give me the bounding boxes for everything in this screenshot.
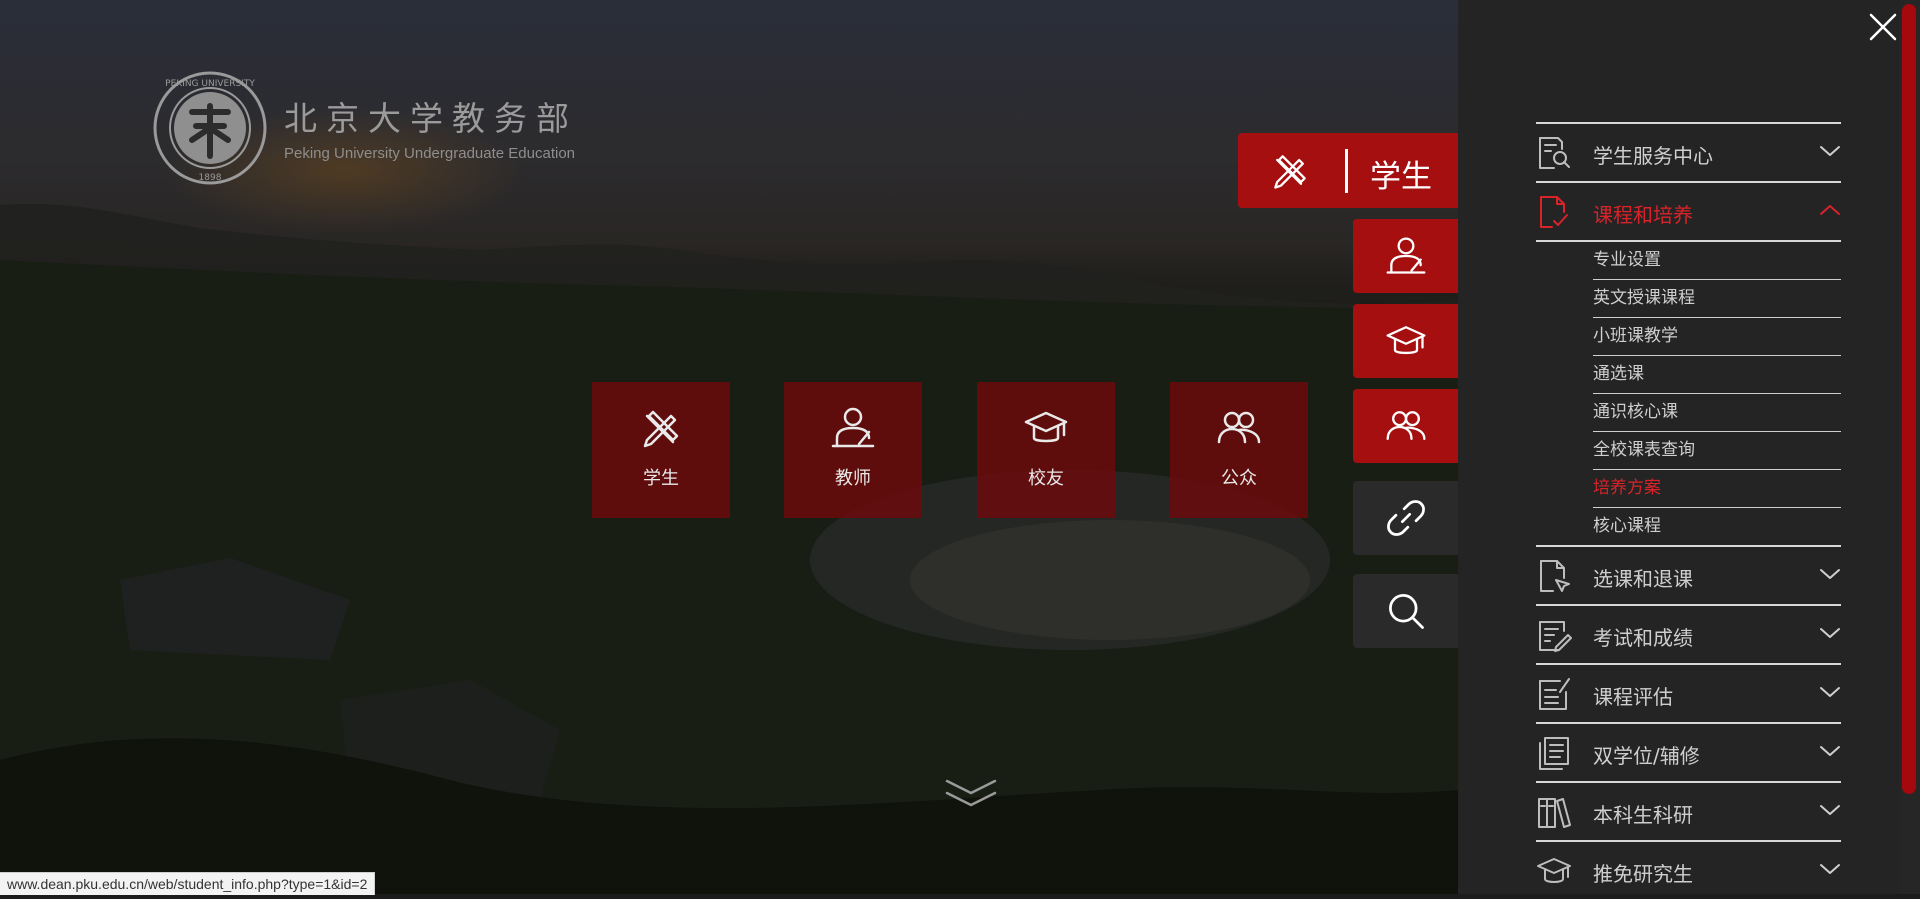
menu-item-double-degree[interactable]: 双学位/辅修 — [1536, 722, 1841, 781]
side-nav-links[interactable] — [1353, 481, 1458, 555]
panel-scrollbar[interactable] — [1900, 0, 1920, 894]
side-nav-public[interactable] — [1353, 389, 1458, 463]
scrollbar-thumb[interactable] — [1902, 4, 1916, 794]
logo-title: 北京大学教务部 — [284, 99, 578, 138]
graduation-cap-icon — [1386, 326, 1426, 355]
chevron-down-icon — [1820, 746, 1840, 756]
document-select-icon — [1540, 560, 1570, 592]
people-icon — [1217, 411, 1261, 444]
menu-item-label: 选课和退课 — [1593, 567, 1693, 591]
menu-item-exams-grades[interactable]: 考试和成绩 — [1536, 604, 1841, 663]
chevron-up-icon — [1820, 205, 1840, 215]
menu-item-student-service[interactable]: 学生服务中心 — [1536, 122, 1841, 181]
university-seal-icon: PEKING UNIVERSITY 1898 — [153, 71, 267, 185]
menu-item-courses-training[interactable]: 课程和培养 — [1536, 181, 1841, 240]
teacher-icon — [831, 407, 875, 448]
site-logo[interactable]: PEKING UNIVERSITY 1898 北京大学教务部 Peking Un… — [152, 68, 622, 188]
submenu-item[interactable]: 小班课教学 — [1593, 318, 1841, 356]
chevron-down-icon — [1820, 864, 1840, 874]
tile-label: 学生 — [643, 468, 679, 489]
submenu-item-active[interactable]: 培养方案 — [1593, 470, 1841, 508]
menu-item-course-selection[interactable]: 选课和退课 — [1536, 545, 1841, 604]
link-icon — [1387, 500, 1425, 536]
graduation-cap-icon — [1024, 411, 1068, 443]
browser-status-url: www.dean.pku.edu.cn/web/student_info.php… — [0, 872, 376, 895]
side-nav-alumni[interactable] — [1353, 304, 1458, 378]
tile-label: 教师 — [835, 468, 871, 489]
menu-item-label: 推免研究生 — [1593, 862, 1693, 886]
tile-alumni[interactable]: 校友 — [977, 382, 1115, 518]
search-document-icon — [1539, 137, 1570, 169]
chevron-down-icon — [1820, 628, 1840, 638]
pencil-ruler-icon — [1274, 155, 1306, 189]
menu-item-course-evaluation[interactable]: 课程评估 — [1536, 663, 1841, 722]
menu-item-label: 学生服务中心 — [1593, 144, 1713, 168]
people-icon — [1386, 411, 1426, 440]
submenu-item[interactable]: 英文授课课程 — [1593, 280, 1841, 318]
tile-teacher[interactable]: 教师 — [784, 382, 922, 518]
search-icon — [1389, 594, 1424, 629]
submenu-item[interactable]: 全校课表查询 — [1593, 432, 1841, 470]
chevron-down-icon — [1820, 146, 1840, 156]
seal-ring-text: PEKING UNIVERSITY — [165, 79, 255, 89]
side-nav-active-label: 学生 — [1370, 159, 1432, 195]
side-menu: 学生服务中心 课程和培养 专业设置 英文授课课程 小班课教学 通选课 通识核心课… — [1536, 122, 1841, 899]
double-document-icon — [1539, 737, 1569, 770]
document-check-icon — [1540, 196, 1568, 228]
menu-item-label: 课程评估 — [1593, 685, 1673, 709]
menu-item-undergrad-research[interactable]: 本科生科研 — [1536, 781, 1841, 840]
evaluation-icon — [1539, 678, 1570, 710]
tile-label: 公众 — [1221, 468, 1257, 489]
side-nav-search[interactable] — [1353, 574, 1458, 648]
chevron-down-icon — [1820, 569, 1840, 579]
teacher-icon — [1386, 237, 1426, 274]
scroll-down-chevron-icon[interactable] — [945, 775, 997, 811]
tile-public[interactable]: 公众 — [1170, 382, 1308, 518]
logo-subtitle: Peking University Undergraduate Educatio… — [284, 145, 575, 162]
submenu-item[interactable]: 专业设置 — [1593, 242, 1841, 280]
close-icon[interactable] — [1868, 12, 1898, 42]
side-nav-teacher[interactable] — [1353, 219, 1458, 293]
submenu-item[interactable]: 核心课程 — [1593, 508, 1841, 545]
submenu-item[interactable]: 通选课 — [1593, 356, 1841, 394]
tile-label: 校友 — [1028, 468, 1064, 489]
menu-item-label: 双学位/辅修 — [1593, 744, 1700, 768]
pencil-ruler-icon — [643, 410, 679, 448]
chevron-down-icon — [1820, 805, 1840, 815]
menu-item-label: 本科生科研 — [1593, 803, 1693, 827]
seal-year: 1898 — [199, 173, 222, 183]
divider — [1345, 149, 1348, 193]
submenu-item[interactable]: 通识核心课 — [1593, 394, 1841, 432]
tile-student[interactable]: 学生 — [592, 382, 730, 518]
menu-item-label: 课程和培养 — [1593, 203, 1693, 227]
exam-edit-icon — [1539, 621, 1572, 652]
graduation-cap-icon — [1537, 858, 1571, 883]
books-icon — [1538, 798, 1571, 828]
submenu-courses-training: 专业设置 英文授课课程 小班课教学 通选课 通识核心课 全校课表查询 培养方案 … — [1536, 240, 1841, 545]
menu-item-label: 考试和成绩 — [1593, 626, 1693, 650]
chevron-down-icon — [1820, 687, 1840, 697]
side-nav-student[interactable]: 学生 — [1238, 133, 1458, 208]
menu-item-graduate-recommendation[interactable]: 推免研究生 — [1536, 840, 1841, 899]
